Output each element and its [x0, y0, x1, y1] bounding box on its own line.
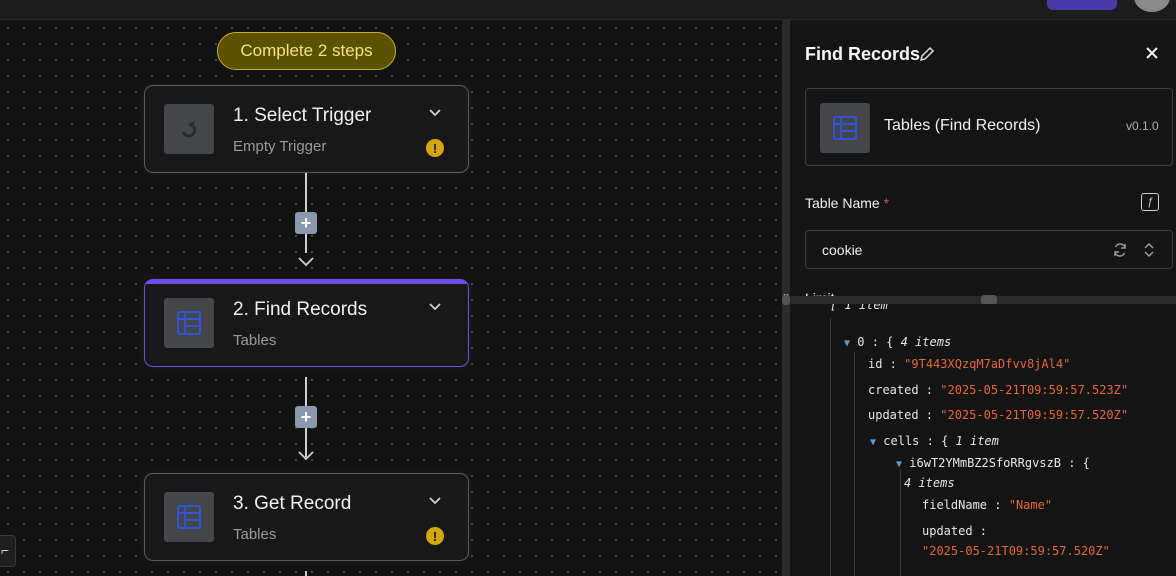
table-name-label: Table Name *: [805, 195, 890, 211]
step-node-trigger[interactable]: 1. Select Trigger Empty Trigger !: [144, 85, 469, 173]
pencil-icon[interactable]: [918, 45, 936, 63]
warning-icon: !: [426, 527, 444, 545]
tables-icon: [164, 492, 214, 542]
panel-title: Find Records: [805, 44, 921, 64]
add-step-button[interactable]: +: [295, 212, 317, 234]
json-node[interactable]: ▼ 0 : { 4 items: [844, 335, 951, 349]
flow-canvas[interactable]: Complete 2 steps 1. Select Trigger Empty…: [0, 20, 782, 576]
step-node-get-record[interactable]: 3. Get Record Tables !: [144, 473, 469, 561]
top-bar: [0, 0, 1176, 20]
expand-triangle-icon: ▼: [896, 459, 903, 470]
dynamic-value-toggle-icon[interactable]: ƒ: [1141, 193, 1159, 211]
piece-version: v0.1.0: [1126, 119, 1159, 133]
expand-icon: ⌐: [1, 542, 10, 558]
json-node[interactable]: ▼ cells : { 1 item: [870, 434, 999, 448]
connector-line: [305, 571, 307, 576]
chevron-down-icon[interactable]: [428, 496, 442, 506]
required-mark: *: [883, 195, 890, 211]
drag-handle-icon[interactable]: [782, 295, 790, 305]
json-line: 4 items: [904, 476, 955, 490]
publish-button[interactable]: [1047, 0, 1117, 10]
step-title: 1. Select Trigger: [233, 105, 372, 126]
select-value: cookie: [822, 242, 863, 258]
json-output-viewer: [ 1 item ▼ 0 : { 4 items id : "9T443XQzq…: [790, 304, 1176, 576]
avatar[interactable]: [1134, 0, 1170, 12]
output-resize-handle[interactable]: [782, 296, 1176, 304]
warning-icon: !: [426, 139, 444, 157]
json-line: id : "9T443XQzqM7aDfvv8jAl4": [868, 357, 1071, 371]
step-subtitle: Tables: [233, 526, 277, 543]
json-line: updated : "2025-05-21T09:59:57.520Z": [868, 408, 1129, 422]
step-subtitle: Tables: [233, 332, 277, 349]
tree-guide: [900, 470, 901, 576]
tables-icon: [164, 298, 214, 348]
add-step-button[interactable]: +: [295, 406, 317, 428]
tables-icon: [820, 103, 870, 153]
refresh-icon[interactable]: [1112, 242, 1128, 258]
canvas-control-button[interactable]: ⌐: [0, 535, 16, 567]
trigger-icon: [164, 104, 214, 154]
incomplete-steps-badge[interactable]: Complete 2 steps: [217, 32, 396, 70]
expand-triangle-icon: ▼: [844, 338, 851, 349]
tree-guide: [854, 352, 855, 576]
chevron-up-down-icon[interactable]: [1143, 241, 1155, 259]
step-title: 2. Find Records: [233, 299, 368, 320]
json-line: [ 1 item: [830, 304, 888, 312]
chevron-down-icon[interactable]: [428, 108, 442, 118]
piece-card[interactable]: Tables (Find Records) v0.1.0: [805, 88, 1173, 166]
step-subtitle: Empty Trigger: [233, 138, 327, 155]
arrow-down-icon: [298, 451, 314, 461]
json-line: fieldName : "Name": [922, 498, 1053, 512]
chevron-down-icon[interactable]: [428, 302, 442, 312]
step-node-find-records[interactable]: 2. Find Records Tables: [144, 279, 469, 367]
arrow-down-icon: [298, 257, 314, 267]
piece-name: Tables (Find Records): [884, 117, 1041, 134]
json-line: created : "2025-05-21T09:59:57.523Z": [868, 383, 1129, 397]
json-node[interactable]: ▼ i6wT2YMmBZ2SfoRRgvszB : {: [896, 456, 1090, 470]
expand-triangle-icon: ▼: [870, 437, 877, 448]
step-title: 3. Get Record: [233, 493, 352, 514]
json-line: updated :: [922, 524, 988, 538]
tree-guide: [830, 318, 831, 576]
json-line: "2025-05-21T09:59:57.520Z": [922, 544, 1110, 558]
close-icon[interactable]: [1143, 44, 1161, 62]
table-name-select[interactable]: cookie: [805, 230, 1173, 269]
